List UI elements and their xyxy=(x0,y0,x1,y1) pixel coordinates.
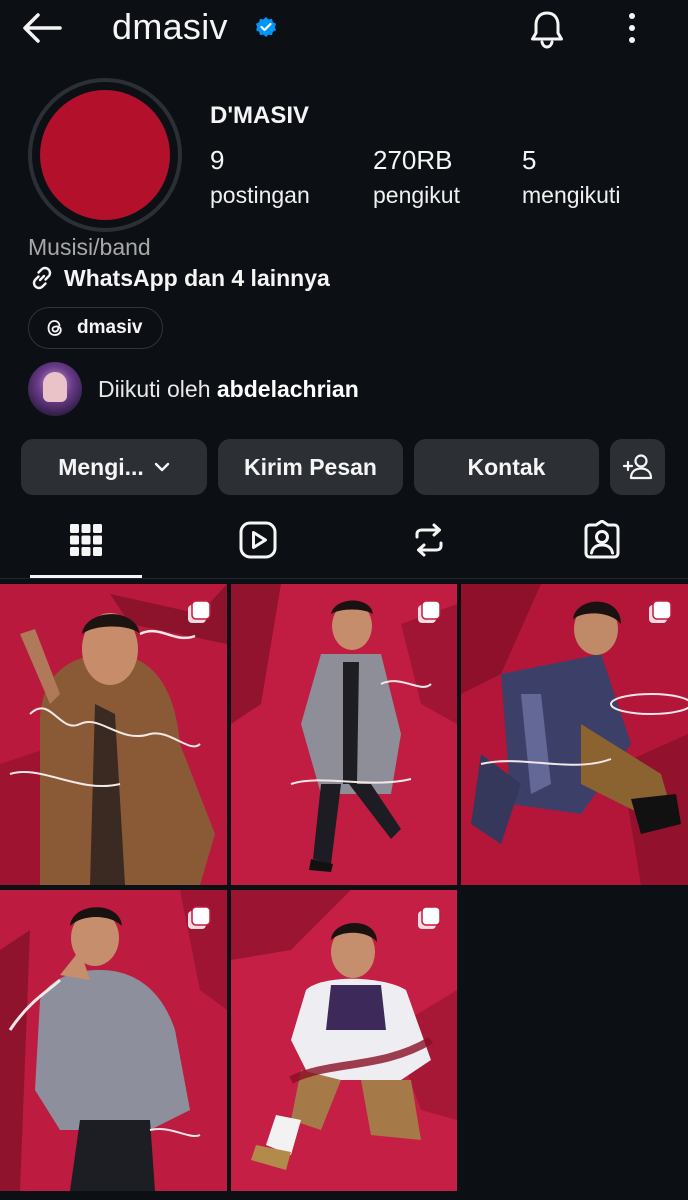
verified-badge-icon xyxy=(256,17,276,37)
bio-link-text: WhatsApp dan 4 lainnya xyxy=(64,264,330,291)
threads-handle: dmasiv xyxy=(77,317,143,338)
tab-tagged[interactable] xyxy=(574,512,630,568)
post-photo xyxy=(461,584,688,885)
carousel-icon xyxy=(418,600,441,623)
stat-followers-label: pengikut xyxy=(373,182,460,208)
username: dmasiv xyxy=(112,6,228,47)
tab-divider xyxy=(0,578,688,579)
grid-icon xyxy=(70,524,102,556)
tab-reels[interactable] xyxy=(230,512,286,568)
followed-by[interactable]: Diikuti oleh abdelachrian xyxy=(28,362,359,416)
post-photo xyxy=(0,890,227,1191)
followed-by-user: abdelachrian xyxy=(216,375,359,402)
stat-followers-value: 270RB xyxy=(373,145,453,175)
back-arrow-icon[interactable] xyxy=(20,10,64,46)
stat-posts-label: postingan xyxy=(210,182,310,208)
suggest-people-button[interactable] xyxy=(610,439,665,495)
followed-by-text: Diikuti oleh abdelachrian xyxy=(98,376,359,403)
display-name: D'MASIV xyxy=(210,102,310,129)
following-button-label: Mengi... xyxy=(58,453,144,480)
followed-by-prefix: Diikuti oleh xyxy=(98,375,217,402)
message-button-label: Kirim Pesan xyxy=(244,453,377,480)
threads-badge[interactable]: dmasiv xyxy=(28,307,164,349)
post-tile-4[interactable] xyxy=(0,890,227,1191)
reposts-icon xyxy=(415,523,443,557)
reels-icon xyxy=(239,521,277,559)
profile-avatar[interactable] xyxy=(40,90,170,220)
post-tile-3[interactable] xyxy=(461,584,688,885)
message-button[interactable]: Kirim Pesan xyxy=(218,439,403,495)
post-tile-5[interactable] xyxy=(231,890,457,1191)
carousel-icon xyxy=(649,600,672,623)
carousel-icon xyxy=(418,906,441,929)
kebab-menu-icon[interactable] xyxy=(618,10,646,46)
following-button[interactable]: Mengi... xyxy=(21,439,207,495)
add-person-icon xyxy=(622,454,652,480)
link-icon xyxy=(32,266,52,290)
bio-link[interactable]: WhatsApp dan 4 lainnya xyxy=(28,264,330,292)
stat-following-label: mengikuti xyxy=(522,182,621,208)
stat-following[interactable]: 5 mengikuti xyxy=(522,145,620,209)
carousel-icon xyxy=(188,600,211,623)
bell-icon[interactable] xyxy=(526,8,568,50)
stat-followers[interactable]: 270RB pengikut xyxy=(373,145,460,209)
post-photo xyxy=(231,890,457,1191)
stat-posts-value: 9 xyxy=(210,145,225,175)
tab-reposts[interactable] xyxy=(401,512,457,568)
contact-button[interactable]: Kontak xyxy=(414,439,599,495)
threads-icon xyxy=(47,320,62,336)
tagged-icon xyxy=(584,520,620,559)
stat-posts[interactable]: 9 postingan xyxy=(210,145,310,209)
post-photo xyxy=(231,584,457,885)
carousel-icon xyxy=(188,906,211,929)
post-tile-1[interactable] xyxy=(0,584,227,885)
profile-category: Musisi/band xyxy=(28,234,151,260)
tab-posts-grid[interactable] xyxy=(58,512,114,568)
follower-avatar xyxy=(28,362,82,416)
post-tile-2[interactable] xyxy=(231,584,457,885)
contact-button-label: Kontak xyxy=(467,453,546,480)
stat-following-value: 5 xyxy=(522,145,537,175)
post-photo xyxy=(0,584,227,885)
top-bar: dmasiv xyxy=(0,0,688,60)
chevron-down-icon xyxy=(154,462,170,472)
